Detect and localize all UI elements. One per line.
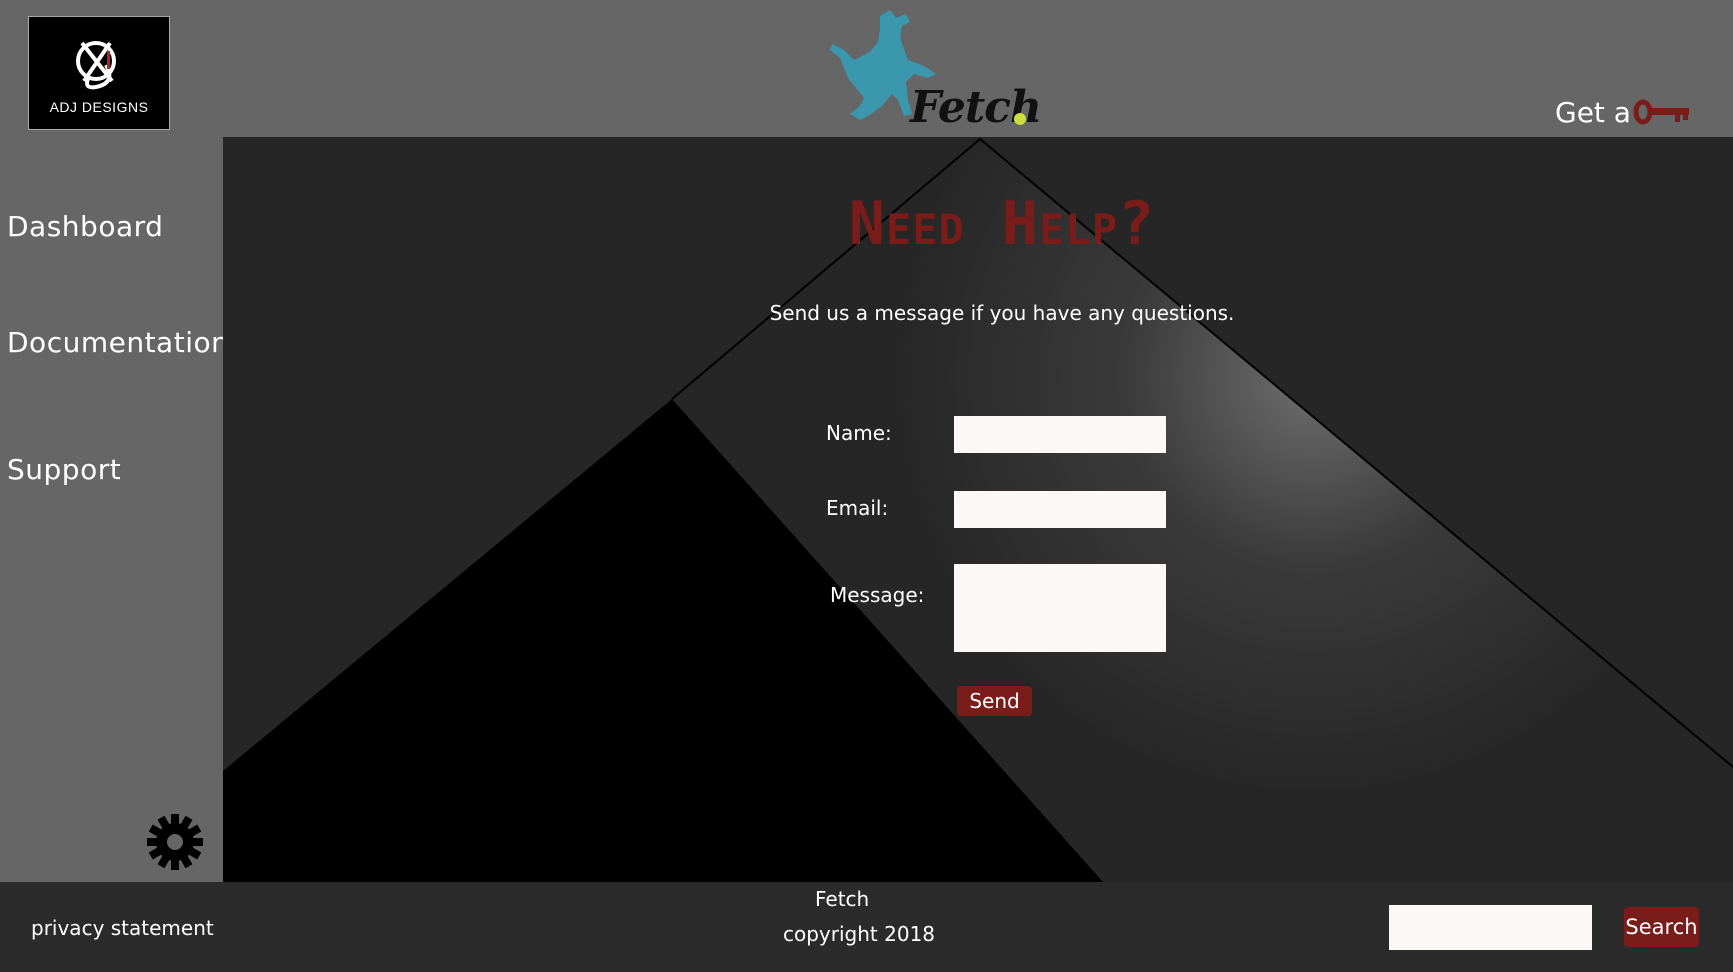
gear-icon[interactable] <box>146 813 204 871</box>
footer-brand: Fetch <box>815 887 870 911</box>
sidebar-item-dashboard[interactable]: Dashboard <box>7 210 163 243</box>
search-button[interactable]: Search <box>1624 907 1699 947</box>
email-label: Email: <box>826 496 889 520</box>
header: ADJ DESIGNS Fetch Get a <box>0 0 1733 137</box>
email-field[interactable] <box>954 491 1166 528</box>
search-input[interactable] <box>1389 905 1592 950</box>
main-content: Need Help? Send us a message if you have… <box>223 137 1733 882</box>
ball-icon <box>1014 113 1026 125</box>
sidebar <box>0 137 223 882</box>
message-label: Message: <box>830 583 925 607</box>
send-button[interactable]: Send <box>957 686 1032 716</box>
key-icon <box>1633 99 1689 125</box>
privacy-statement-link[interactable]: privacy statement <box>31 916 214 940</box>
footer-copyright: copyright 2018 <box>783 922 936 946</box>
footer: privacy statement Fetch copyright 2018 S… <box>0 882 1733 972</box>
page-subtitle: Send us a message if you have any questi… <box>769 301 1235 325</box>
logo-text: ADJ DESIGNS <box>49 99 149 115</box>
fetch-brand[interactable]: Fetch <box>820 4 1042 133</box>
sidebar-item-support[interactable]: Support <box>7 453 121 486</box>
sidebar-item-documentation[interactable]: Documentation <box>7 326 229 359</box>
name-label: Name: <box>826 421 892 445</box>
brand-name: Fetch <box>910 82 1042 133</box>
get-key-label: Get a <box>1555 95 1631 129</box>
name-field[interactable] <box>954 416 1166 453</box>
message-field[interactable] <box>954 564 1166 652</box>
get-key-link[interactable]: Get a <box>1555 94 1691 130</box>
logo-mark-icon <box>76 41 116 90</box>
page-title: Need Help? <box>848 189 1156 259</box>
adj-designs-logo[interactable]: ADJ DESIGNS <box>28 16 170 130</box>
